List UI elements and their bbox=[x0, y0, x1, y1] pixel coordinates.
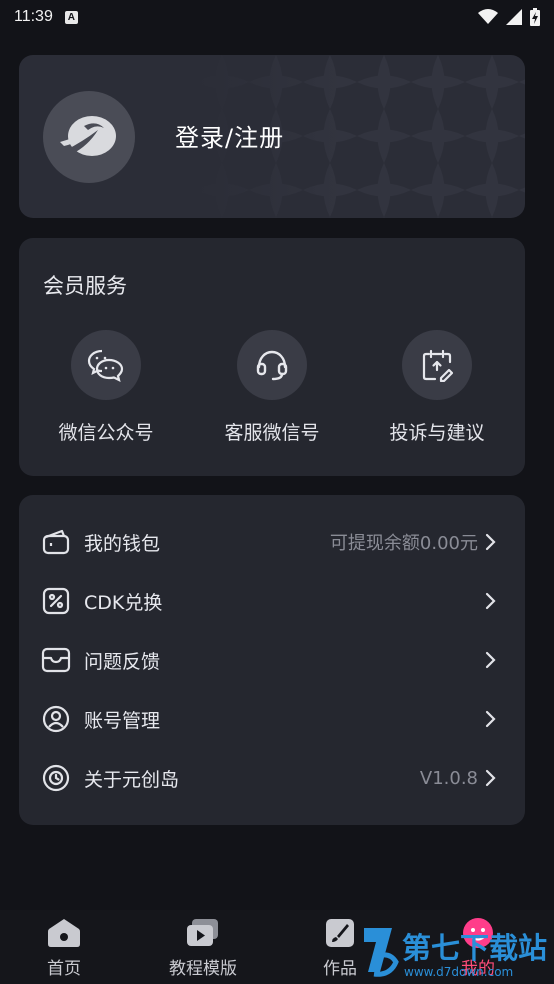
menu-item-about[interactable]: 关于元创岛 V1.0.8 bbox=[19, 750, 525, 806]
user-circle-icon bbox=[41, 704, 71, 734]
wallet-balance: 可提现余额0.00元 bbox=[329, 533, 478, 554]
chevron-right-icon bbox=[485, 651, 496, 669]
menu-item-account[interactable]: 账号管理 bbox=[19, 691, 525, 747]
menu-list-card: 我的钱包 可提现余额0.00元 CDK兑换 问题反馈 账号管理 关于元创岛 V1… bbox=[19, 495, 525, 825]
wechat-icon bbox=[71, 330, 141, 400]
site-watermark: 第七下载站 www.d7down.com bbox=[360, 912, 554, 984]
chevron-right-icon bbox=[485, 769, 496, 787]
login-register-label[interactable]: 登录/注册 bbox=[175, 118, 284, 153]
menu-item-wallet[interactable]: 我的钱包 可提现余额0.00元 bbox=[19, 514, 525, 570]
home-icon bbox=[47, 916, 81, 950]
service-label: 投诉与建议 bbox=[389, 422, 485, 444]
watermark-url: www.d7down.com bbox=[404, 965, 513, 979]
video-icon bbox=[186, 916, 220, 950]
wallet-icon bbox=[41, 527, 71, 557]
status-icons bbox=[478, 8, 540, 26]
brush-icon bbox=[323, 916, 357, 950]
service-complaint-suggestion[interactable]: 投诉与建议 bbox=[353, 330, 521, 445]
menu-item-feedback[interactable]: 问题反馈 bbox=[19, 632, 525, 688]
status-time: 11:39 bbox=[14, 8, 53, 25]
battery-icon bbox=[530, 8, 540, 26]
feedback-edit-icon bbox=[402, 330, 472, 400]
chevron-right-icon bbox=[485, 592, 496, 610]
service-label: 客服微信号 bbox=[224, 422, 320, 444]
nav-tutorial-templates[interactable]: 教程模版 bbox=[143, 916, 263, 979]
menu-item-label: 账号管理 bbox=[84, 709, 161, 732]
menu-item-label: 关于元创岛 bbox=[84, 768, 180, 791]
app-logo-icon bbox=[60, 116, 116, 156]
member-services-title: 会员服务 bbox=[43, 274, 127, 298]
service-wechat-official[interactable]: 微信公众号 bbox=[22, 330, 190, 445]
chevron-right-icon bbox=[485, 710, 496, 728]
nav-home[interactable]: 首页 bbox=[4, 916, 124, 979]
status-bar: 11:39 A bbox=[0, 0, 554, 34]
app-version: V1.0.8 bbox=[419, 767, 478, 789]
menu-item-label: CDK兑换 bbox=[84, 591, 163, 614]
inbox-icon bbox=[41, 645, 71, 675]
menu-item-cdk[interactable]: CDK兑换 bbox=[19, 573, 525, 629]
signal-icon bbox=[506, 9, 522, 25]
watermark-brand: 第七下载站 bbox=[402, 931, 547, 965]
clock-icon bbox=[41, 763, 71, 793]
menu-item-label: 我的钱包 bbox=[84, 532, 161, 555]
nav-label: 教程模版 bbox=[169, 959, 237, 979]
service-customer-wechat[interactable]: 客服微信号 bbox=[188, 330, 356, 445]
percent-coupon-icon bbox=[41, 586, 71, 616]
nav-label: 首页 bbox=[47, 959, 81, 979]
headset-icon bbox=[237, 330, 307, 400]
chevron-right-icon bbox=[485, 533, 496, 551]
avatar[interactable] bbox=[43, 91, 135, 183]
notification-badge: A bbox=[64, 10, 78, 24]
nav-label: 作品 bbox=[323, 959, 357, 979]
member-services-card: 会员服务 微信公众号 客服微信号 投诉与建议 bbox=[19, 238, 525, 476]
login-card[interactable]: 登录/注册 bbox=[19, 55, 525, 218]
service-label: 微信公众号 bbox=[58, 422, 154, 444]
menu-item-label: 问题反馈 bbox=[84, 650, 161, 673]
wifi-icon bbox=[478, 9, 498, 24]
